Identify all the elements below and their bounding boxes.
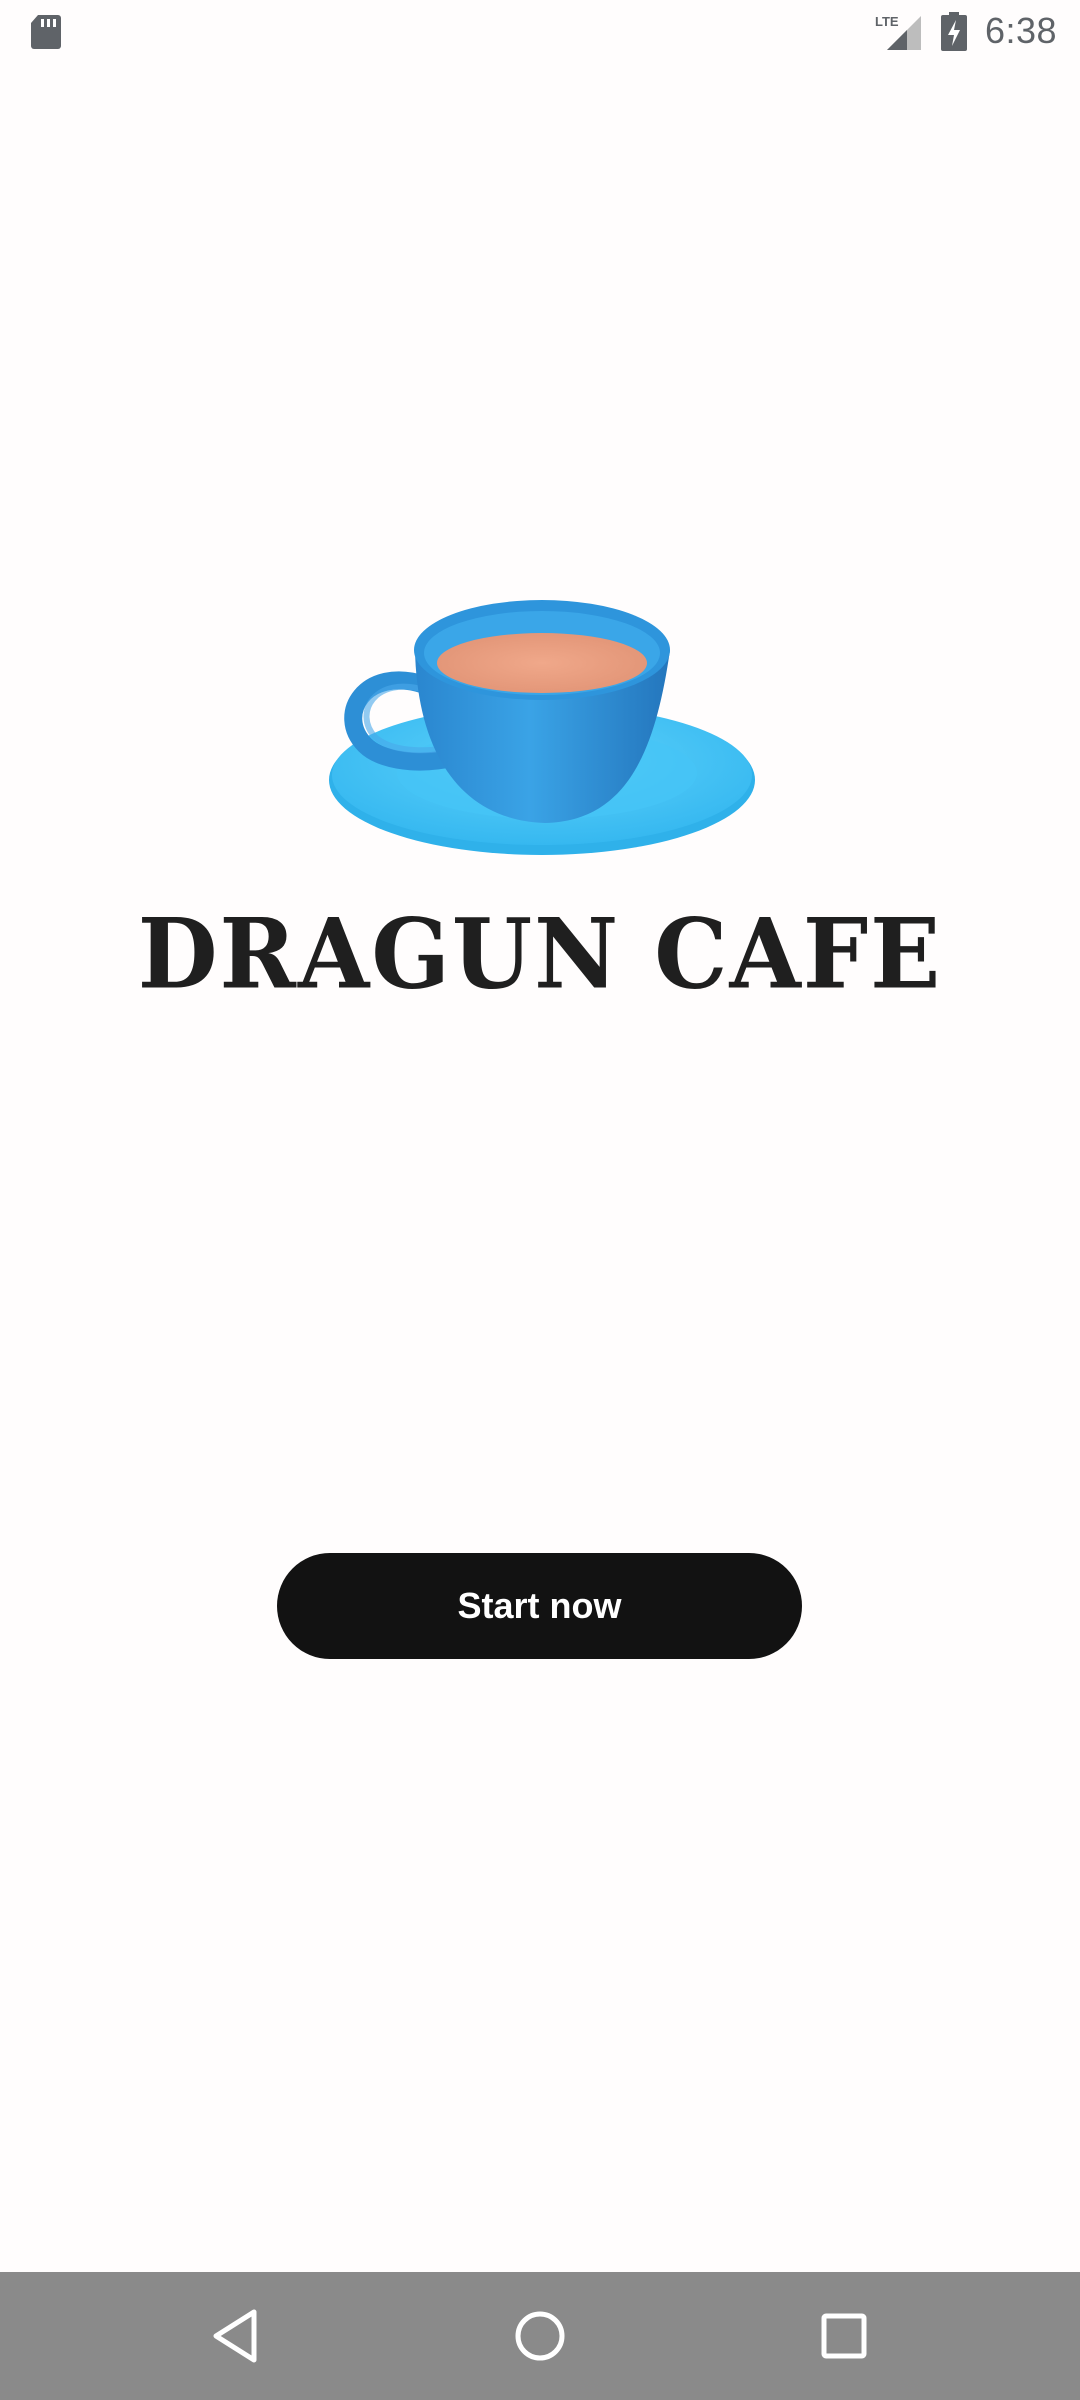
brand-name: DRAGUN CAFE — [137, 897, 943, 1011]
recents-icon — [821, 2313, 867, 2359]
back-icon — [213, 2309, 257, 2363]
network-label: LTE — [875, 14, 899, 29]
home-button[interactable] — [480, 2272, 600, 2400]
status-time: 6:38 — [985, 10, 1058, 51]
lte-signal-icon: LTE — [873, 12, 923, 52]
navigation-bar — [0, 2272, 1080, 2400]
splash-screen: LTE 6:38 DRAGUN CAFE Start now — [0, 0, 1080, 2400]
coffee-cup-icon — [329, 600, 755, 855]
battery-charging-icon — [941, 12, 967, 51]
start-now-button[interactable]: Start now — [277, 1553, 802, 1659]
status-bar: LTE 6:38 — [0, 0, 1080, 64]
home-icon — [515, 2311, 565, 2361]
sd-card-icon — [31, 15, 61, 49]
recents-button[interactable] — [784, 2272, 904, 2400]
back-button[interactable] — [176, 2272, 296, 2400]
